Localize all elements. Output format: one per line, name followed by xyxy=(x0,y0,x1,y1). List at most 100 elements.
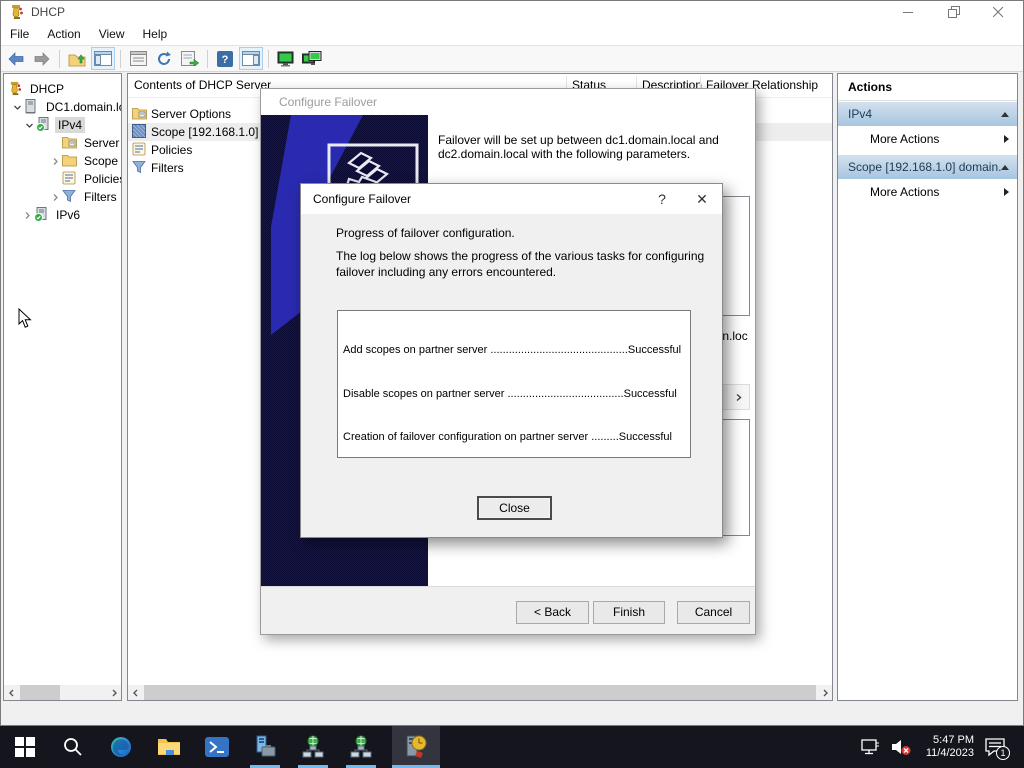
help-button[interactable]: ? xyxy=(642,184,682,214)
scroll-right-icon[interactable] xyxy=(106,685,121,700)
actions-group-scope[interactable]: Scope [192.168.1.0] domain... xyxy=(838,154,1017,179)
properties-button[interactable] xyxy=(126,47,150,70)
tree-item-label: DHCP xyxy=(27,81,67,97)
chevron-collapsed-icon[interactable] xyxy=(48,157,62,166)
wizard-button-row: < Back Finish Cancel xyxy=(261,586,755,634)
network-tray-icon[interactable] xyxy=(860,738,880,756)
scroll-left-icon[interactable] xyxy=(4,685,19,700)
menu-file[interactable]: File xyxy=(1,24,38,44)
tree-item-label: IPv6 xyxy=(53,207,83,223)
actions-pane: Actions IPv4 More Actions Scope [192.168… xyxy=(837,73,1018,701)
remote-server-button[interactable] xyxy=(274,47,298,70)
dhcp-console-taskbar-button[interactable] xyxy=(392,726,440,768)
filter-funnel-icon xyxy=(132,160,148,176)
dhcp-app-icon xyxy=(9,4,25,20)
scope-icon xyxy=(132,124,148,140)
tree-item-ipv6[interactable]: IPv6 xyxy=(4,206,121,224)
network-servers-button[interactable] xyxy=(300,47,324,70)
menu-view[interactable]: View xyxy=(90,24,134,44)
chevron-expanded-icon[interactable] xyxy=(10,103,24,112)
network-tool-button[interactable] xyxy=(290,726,336,768)
tree-item-label-selected: IPv4 xyxy=(55,117,85,133)
collapse-arrow-icon[interactable] xyxy=(1001,165,1009,170)
finish-button[interactable]: Finish xyxy=(593,601,665,624)
help-button[interactable]: ? xyxy=(213,47,237,70)
tray-clock[interactable]: 5:47 PM 11/4/2023 xyxy=(926,734,974,760)
show-console-tree-button[interactable] xyxy=(91,47,115,70)
server-icon xyxy=(24,99,40,115)
wizard-intro-text: Failover will be set up between dc1.doma… xyxy=(438,133,750,161)
log-line: Add scopes on partner server ...........… xyxy=(343,343,685,358)
dhcp-console-icon xyxy=(8,81,24,97)
close-icon[interactable]: ✕ xyxy=(682,184,722,214)
restore-button[interactable] xyxy=(931,1,976,23)
menu-action[interactable]: Action xyxy=(38,24,89,44)
close-button[interactable] xyxy=(976,1,1021,23)
tree-item-server[interactable]: DC1.domain.local xyxy=(4,98,121,116)
show-action-pane-button[interactable] xyxy=(239,47,263,70)
scroll-left-icon[interactable] xyxy=(128,685,143,700)
column-name[interactable]: Contents of DHCP Server xyxy=(134,78,271,92)
up-one-level-button[interactable] xyxy=(65,47,89,70)
refresh-button[interactable] xyxy=(152,47,176,70)
chevron-expanded-icon[interactable] xyxy=(22,121,36,130)
edge-browser-button[interactable] xyxy=(98,726,144,768)
tree-item-server-options[interactable]: Server Options xyxy=(4,134,121,152)
log-line: Creation of failover configuration on pa… xyxy=(343,430,685,445)
toolbar-separator xyxy=(120,50,121,68)
tree-horizontal-scrollbar[interactable] xyxy=(4,685,121,700)
chevron-collapsed-icon[interactable] xyxy=(48,193,62,202)
folder-icon xyxy=(62,153,78,169)
minimize-button[interactable] xyxy=(886,1,931,23)
scrollbar-thumb[interactable] xyxy=(20,685,60,700)
powershell-button[interactable] xyxy=(194,726,240,768)
tree-item-policies[interactable]: Policies xyxy=(4,170,121,188)
actions-item-label: More Actions xyxy=(870,185,1004,199)
action-center-icon[interactable]: 1 xyxy=(984,737,1006,757)
tree-item-label: Filters xyxy=(81,189,120,205)
network-tool-button[interactable] xyxy=(338,726,384,768)
forward-button[interactable] xyxy=(30,47,54,70)
server-manager-button[interactable] xyxy=(242,726,288,768)
screen: DHCP File Action View Help ? xyxy=(0,0,1024,768)
actions-group-label: IPv4 xyxy=(848,107,1001,121)
tray-date: 11/4/2023 xyxy=(926,747,974,760)
start-button[interactable] xyxy=(2,726,48,768)
toolbar-separator xyxy=(59,50,60,68)
menu-help[interactable]: Help xyxy=(134,24,177,44)
file-explorer-button[interactable] xyxy=(146,726,192,768)
policies-icon xyxy=(62,171,78,187)
tree-item-ipv4[interactable]: IPv4 xyxy=(4,116,121,134)
back-button[interactable]: < Back xyxy=(516,601,589,624)
scroll-right-icon[interactable] xyxy=(817,685,832,700)
tree-item-scope[interactable]: Scope [192.168.1.0] domain.local xyxy=(4,152,121,170)
list-horizontal-scrollbar[interactable] xyxy=(128,685,832,700)
tree-item-dhcp-root[interactable]: DHCP xyxy=(4,80,121,98)
dialog-title: Configure Failover xyxy=(313,192,411,206)
tree-item-label: Policies xyxy=(81,171,122,187)
menu-bar: File Action View Help xyxy=(1,23,1023,45)
actions-item-more-actions-scope[interactable]: More Actions xyxy=(838,179,1017,205)
notification-badge: 1 xyxy=(996,746,1010,760)
export-list-button[interactable] xyxy=(178,47,202,70)
failover-log-box[interactable]: Add scopes on partner server ...........… xyxy=(337,310,691,458)
scrollbar-thumb[interactable] xyxy=(144,685,816,700)
back-button[interactable] xyxy=(4,47,28,70)
cancel-button[interactable]: Cancel xyxy=(677,601,750,624)
scroll-right-icon[interactable] xyxy=(728,385,749,409)
tree-item-filters[interactable]: Filters xyxy=(4,188,121,206)
actions-item-label: More Actions xyxy=(870,132,1004,146)
volume-muted-icon[interactable] xyxy=(890,738,912,756)
folder-options-icon xyxy=(62,135,78,151)
toolbar: ? xyxy=(1,45,1023,72)
actions-group-ipv4[interactable]: IPv4 xyxy=(838,101,1017,126)
actions-item-more-actions-ipv4[interactable]: More Actions xyxy=(838,126,1017,152)
list-item-label: Filters xyxy=(151,161,184,175)
collapse-arrow-icon[interactable] xyxy=(1001,112,1009,117)
chevron-collapsed-icon[interactable] xyxy=(20,211,34,220)
search-button[interactable] xyxy=(50,726,96,768)
ipv4-server-check-icon xyxy=(36,117,52,133)
progress-description-text: The log below shows the progress of the … xyxy=(336,248,711,280)
actions-pane-title: Actions xyxy=(838,74,1017,101)
close-button[interactable]: Close xyxy=(477,496,552,520)
